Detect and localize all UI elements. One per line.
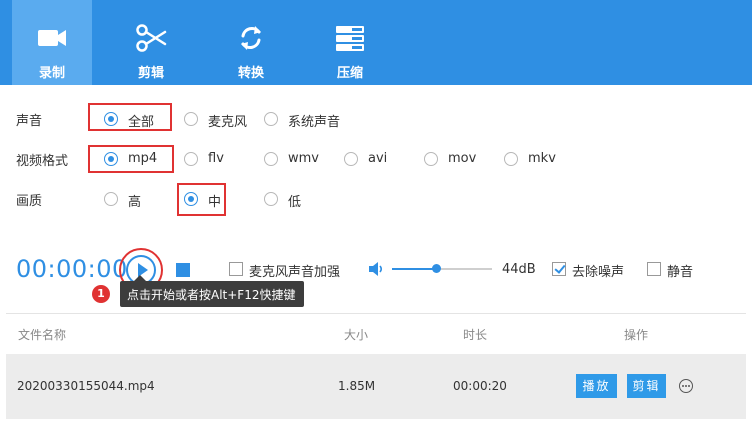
- compress-icon: [336, 26, 364, 51]
- radio-icon: [184, 112, 198, 126]
- edit-file-button[interactable]: 剪辑: [627, 374, 666, 398]
- format-option-mp4[interactable]: mp4: [104, 148, 164, 170]
- format-option-wmv[interactable]: wmv: [264, 148, 324, 170]
- column-header-duration: 时长: [463, 328, 488, 342]
- radio-icon: [264, 152, 278, 166]
- radio-icon: [264, 192, 278, 206]
- format-option-flv-label: flv: [208, 151, 224, 166]
- video-camera-icon: [38, 30, 66, 46]
- sound-option-system[interactable]: 系统声音: [264, 108, 344, 130]
- more-options-icon[interactable]: [679, 379, 693, 393]
- quality-option-high-label: 高: [128, 195, 142, 210]
- denoise-label: 去除噪声: [572, 265, 625, 280]
- radio-icon: [104, 192, 118, 206]
- tab-convert-label: 转换: [237, 66, 264, 81]
- mute-label: 静音: [667, 265, 694, 280]
- radio-icon: [504, 152, 518, 166]
- tab-convert[interactable]: 转换: [211, 0, 291, 85]
- sound-option-system-label: 系统声音: [288, 115, 341, 130]
- sound-option-all-label: 全部: [128, 115, 155, 130]
- table-divider: [6, 313, 746, 314]
- radio-checked-icon: [184, 192, 198, 206]
- quality-option-medium-label: 中: [208, 195, 222, 210]
- sound-option-mic[interactable]: 麦克风: [184, 108, 254, 130]
- volume-slider-handle[interactable]: [432, 264, 441, 273]
- radio-checked-icon: [104, 112, 118, 126]
- column-header-name: 文件名称: [18, 328, 67, 342]
- format-option-mov[interactable]: mov: [424, 148, 484, 170]
- top-toolbar: 录制 剪辑 转换 压缩: [0, 0, 752, 85]
- format-option-flv[interactable]: flv: [184, 148, 244, 170]
- stop-record-button[interactable]: [176, 263, 190, 277]
- quality-option-high[interactable]: 高: [104, 188, 154, 210]
- radio-icon: [264, 112, 278, 126]
- format-option-mkv[interactable]: mkv: [504, 148, 564, 170]
- file-duration: 00:00:20: [453, 379, 507, 393]
- volume-slider-fill: [392, 268, 436, 270]
- tab-edit-label: 剪辑: [137, 66, 164, 81]
- file-size: 1.85M: [338, 379, 376, 393]
- column-header-actions: 操作: [624, 328, 649, 342]
- tab-record[interactable]: 录制: [12, 0, 92, 85]
- format-option-avi[interactable]: avi: [344, 148, 404, 170]
- radio-icon: [344, 152, 358, 166]
- radio-icon: [184, 152, 198, 166]
- volume-value: 44dB: [502, 262, 536, 277]
- format-option-mp4-label: mp4: [128, 151, 158, 166]
- checkbox-icon: [647, 262, 661, 276]
- format-label: 视频格式: [16, 154, 69, 169]
- quality-option-low-label: 低: [288, 195, 302, 210]
- tooltip-text: 点击开始或者按Alt+F12快捷键: [127, 288, 296, 302]
- mute-checkbox[interactable]: 静音: [647, 261, 707, 280]
- column-header-size: 大小: [344, 328, 369, 342]
- scissors-icon: [136, 24, 167, 52]
- format-option-mkv-label: mkv: [528, 151, 556, 166]
- radio-icon: [424, 152, 438, 166]
- recording-timer: 00:00:00: [16, 255, 128, 283]
- sound-label: 声音: [16, 114, 43, 129]
- tab-compress[interactable]: 压缩: [310, 0, 390, 85]
- start-tooltip: 点击开始或者按Alt+F12快捷键: [120, 275, 304, 307]
- mic-boost-checkbox[interactable]: 麦克风声音加强: [229, 261, 359, 280]
- volume-slider[interactable]: [392, 264, 492, 273]
- step-badge: 1: [92, 285, 110, 303]
- radio-checked-icon: [104, 152, 118, 166]
- checkbox-checked-icon: [552, 262, 566, 276]
- tab-compress-label: 压缩: [336, 66, 363, 81]
- tab-record-label: 录制: [38, 66, 65, 81]
- convert-icon: [241, 26, 261, 50]
- format-option-wmv-label: wmv: [288, 151, 319, 166]
- file-name: 20200330155044.mp4: [17, 379, 155, 393]
- checkbox-icon: [229, 262, 243, 276]
- sound-option-all[interactable]: 全部: [104, 108, 174, 130]
- mic-boost-label: 麦克风声音加强: [249, 265, 341, 280]
- tab-edit[interactable]: 剪辑: [111, 0, 191, 85]
- format-option-avi-label: avi: [368, 151, 388, 166]
- quality-option-medium[interactable]: 中: [184, 188, 224, 210]
- denoise-checkbox[interactable]: 去除噪声: [552, 261, 632, 280]
- volume-icon[interactable]: [368, 261, 384, 277]
- quality-option-low[interactable]: 低: [264, 188, 314, 210]
- quality-label: 画质: [16, 194, 43, 209]
- play-file-button[interactable]: 播放: [576, 374, 617, 398]
- sound-option-mic-label: 麦克风: [208, 115, 248, 130]
- format-option-mov-label: mov: [448, 151, 477, 166]
